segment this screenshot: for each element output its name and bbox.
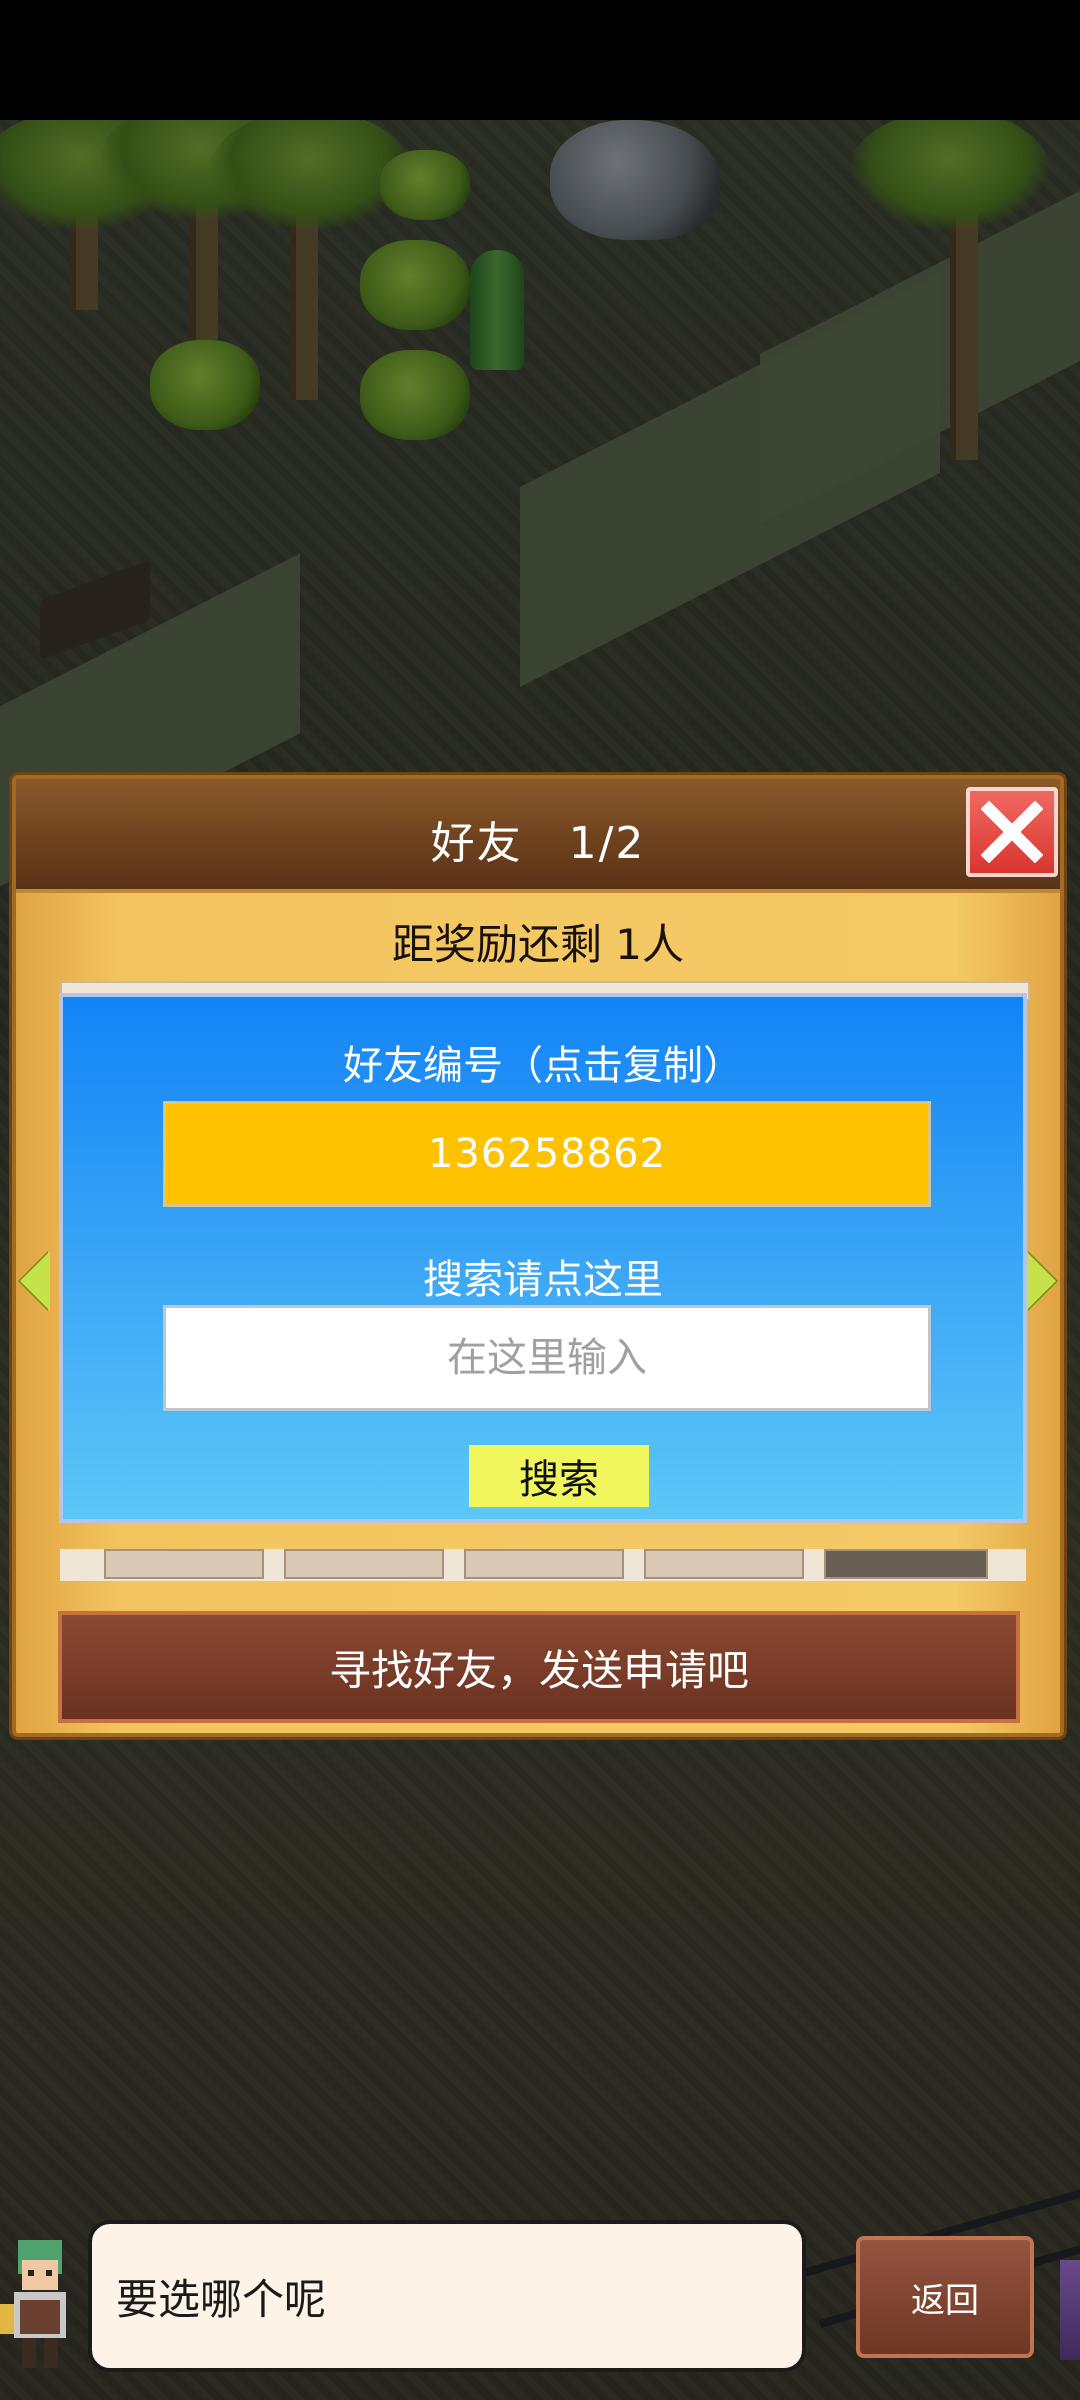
friend-dialog: 好友 1/2 距奖励还剩 1人 好友编号（点击复制） 136258862 搜索请… bbox=[12, 775, 1064, 1737]
back-button[interactable]: 返回 bbox=[856, 2236, 1034, 2358]
dialog-title: 好友 1/2 bbox=[430, 818, 646, 869]
close-button[interactable] bbox=[966, 787, 1058, 877]
speech-bubble: 要选哪个呢 bbox=[88, 2220, 806, 2372]
friend-list-item[interactable] bbox=[464, 1549, 624, 1579]
arrow-right-icon[interactable] bbox=[1026, 1251, 1056, 1311]
friend-list-item[interactable] bbox=[284, 1549, 444, 1579]
search-input[interactable] bbox=[163, 1305, 931, 1411]
search-label: 搜索请点这里 bbox=[423, 1257, 663, 1303]
friend-search-panel: 好友编号（点击复制） 136258862 搜索请点这里 搜索 bbox=[59, 993, 1027, 1523]
dialog-header: 好友 1/2 bbox=[16, 779, 1060, 893]
close-icon bbox=[981, 801, 1043, 863]
search-button[interactable]: 搜索 bbox=[469, 1445, 649, 1507]
friend-id-value[interactable]: 136258862 bbox=[163, 1101, 931, 1207]
character-avatar bbox=[0, 2240, 66, 2368]
speech-text: 要选哪个呢 bbox=[116, 2274, 327, 2324]
friend-list-item[interactable] bbox=[824, 1549, 988, 1579]
friend-list-item[interactable] bbox=[644, 1549, 804, 1579]
find-friends-button[interactable]: 寻找好友，发送申请吧 bbox=[58, 1611, 1020, 1723]
friend-list-item[interactable] bbox=[104, 1549, 264, 1579]
reward-remaining-text: 距奖励还剩 1人 bbox=[391, 920, 685, 969]
edge-character-sprite bbox=[1060, 2260, 1080, 2360]
friend-id-label[interactable]: 好友编号（点击复制） bbox=[63, 1033, 1023, 1091]
arrow-left-icon[interactable] bbox=[20, 1251, 50, 1311]
